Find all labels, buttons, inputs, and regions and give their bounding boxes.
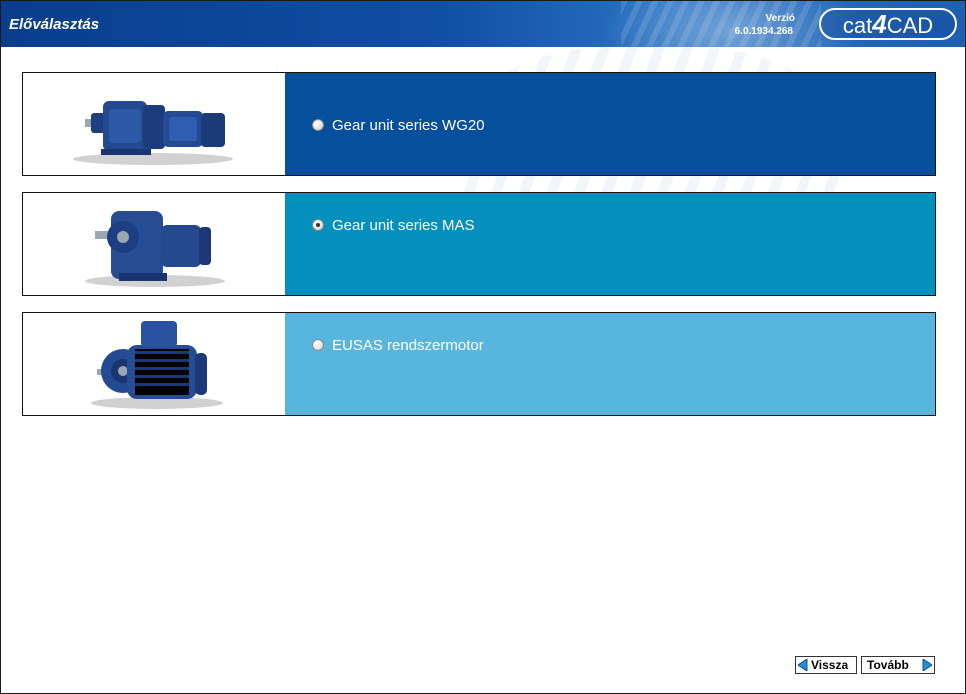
arrow-left-icon xyxy=(798,659,808,671)
version-label: Verzió xyxy=(765,13,795,24)
option-eusas-motor[interactable]: EUSAS rendszermotor xyxy=(22,312,936,416)
header-bar: Előválasztás Verzió 6.0.1934.268 cat4CAD xyxy=(1,1,965,47)
gear-unit-wg20-image xyxy=(23,73,285,175)
next-button-label: Tovább xyxy=(867,658,909,672)
option-panel[interactable]: Gear unit series MAS xyxy=(285,193,935,295)
version-value: 6.0.1934.268 xyxy=(734,26,793,37)
option-panel[interactable]: EUSAS rendszermotor xyxy=(285,313,935,415)
option-panel[interactable]: Gear unit series WG20 xyxy=(285,73,935,175)
radio-button-selected[interactable] xyxy=(312,219,324,231)
radio-button[interactable] xyxy=(312,339,324,351)
option-gear-unit-wg20[interactable]: Gear unit series WG20 xyxy=(22,72,936,176)
next-button[interactable]: Tovább xyxy=(861,656,935,674)
option-gear-unit-mas[interactable]: Gear unit series MAS xyxy=(22,192,936,296)
eusas-motor-image xyxy=(23,313,285,415)
gear-unit-mas-image xyxy=(23,193,285,295)
cat4cad-logo: cat4CAD xyxy=(819,8,957,40)
arrow-right-icon xyxy=(922,659,932,671)
page-title: Előválasztás xyxy=(9,16,100,33)
back-button-label: Vissza xyxy=(811,658,849,672)
app-window: Előválasztás Verzió 6.0.1934.268 cat4CAD… xyxy=(0,0,966,694)
option-label: Gear unit series WG20 xyxy=(332,117,485,134)
option-label: Gear unit series MAS xyxy=(332,217,475,234)
radio-button[interactable] xyxy=(312,119,324,131)
back-button[interactable]: Vissza xyxy=(795,656,857,674)
option-label: EUSAS rendszermotor xyxy=(332,337,484,354)
